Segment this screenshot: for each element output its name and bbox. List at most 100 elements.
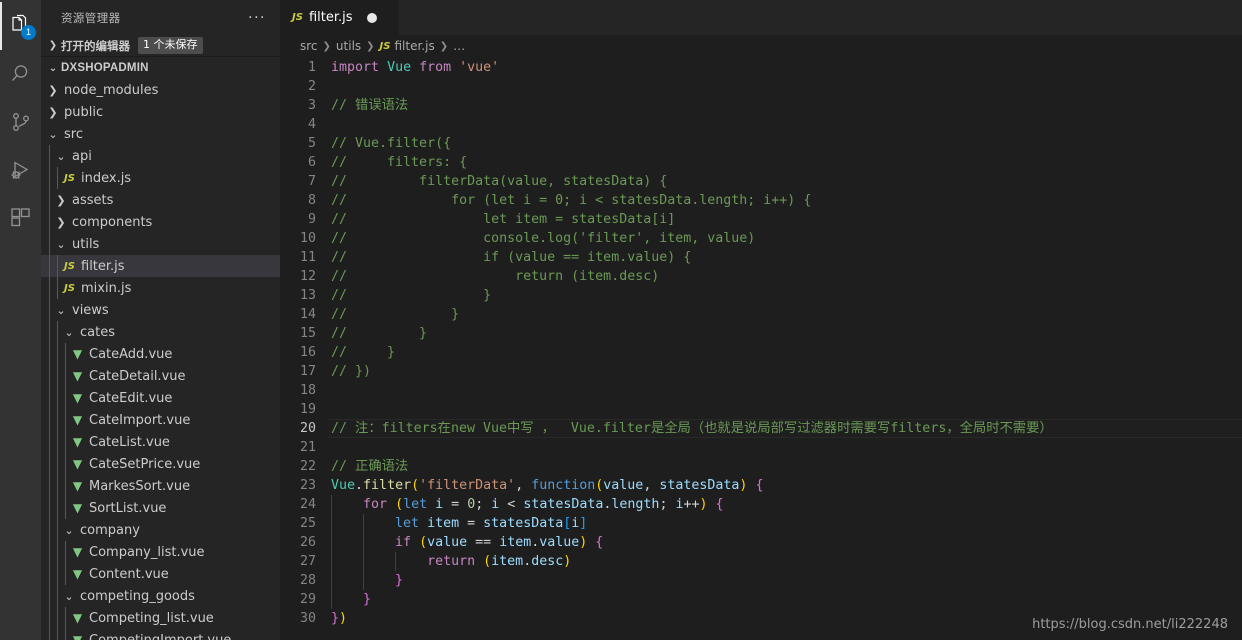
chevron-down-icon[interactable]: ⌄ bbox=[53, 305, 69, 316]
code-line[interactable]: // console.log('filter', item, value) bbox=[328, 229, 1242, 248]
code-line-text: // filters: { bbox=[331, 155, 468, 170]
vue-file-icon: ▼ bbox=[72, 611, 83, 625]
code-line[interactable]: import Vue from 'vue' bbox=[328, 58, 1242, 77]
project-root-header[interactable]: ⌄ DXSHOPADMIN bbox=[41, 57, 280, 79]
open-editors-label: 打开的编辑器 bbox=[61, 38, 130, 53]
breadcrumb-item-utils[interactable]: utils bbox=[336, 39, 361, 53]
tree-file-competingimport-vue[interactable]: ▼ CompetingImport.vue bbox=[41, 629, 280, 640]
tree-file-filter-js[interactable]: JS filter.js bbox=[41, 255, 280, 277]
code-line[interactable]: // Vue.filter({ bbox=[328, 134, 1242, 153]
tree-file-competing-list-vue[interactable]: ▼ Competing_list.vue bbox=[41, 607, 280, 629]
tree-file-catesetprice-vue[interactable]: ▼ CateSetPrice.vue bbox=[41, 453, 280, 475]
tree-file-cateedit-vue[interactable]: ▼ CateEdit.vue bbox=[41, 387, 280, 409]
code-lines[interactable]: import Vue from 'vue' // 错误语法 // Vue.filte… bbox=[328, 57, 1242, 640]
tree-file-company-list-vue[interactable]: ▼ Company_list.vue bbox=[41, 541, 280, 563]
tree-folder-public[interactable]: ❯ public bbox=[41, 101, 280, 123]
code-line[interactable]: // 错误语法 bbox=[328, 96, 1242, 115]
tree-folder-src[interactable]: ⌄ src bbox=[41, 123, 280, 145]
code-line[interactable]: // for (let i = 0; i < statesData.length… bbox=[328, 191, 1242, 210]
tree-file-sortlist-vue[interactable]: ▼ SortList.vue bbox=[41, 497, 280, 519]
tree-item-label: assets bbox=[72, 192, 114, 208]
code-line[interactable]: if (value == item.value) { bbox=[328, 533, 1242, 552]
tree-folder-node-modules[interactable]: ❯ node_modules bbox=[41, 79, 280, 101]
code-line[interactable]: }) bbox=[328, 609, 1242, 628]
code-editor[interactable]: 1 2 3 4 5 6 7 8 9 10 11 12 13 14 15 16 17 18 19 20 21 22 23 24 2… bbox=[280, 57, 1242, 640]
tree-item-label: node_modules bbox=[64, 82, 159, 98]
tree-folder-api[interactable]: ⌄ api bbox=[41, 145, 280, 167]
chevron-right-icon[interactable]: ❯ bbox=[53, 195, 69, 206]
breadcrumb-item-file[interactable]: filter.js bbox=[394, 39, 434, 53]
code-line[interactable]: let item = statesData[i] bbox=[328, 514, 1242, 533]
code-line[interactable]: // } bbox=[328, 286, 1242, 305]
chevron-right-icon[interactable]: ❯ bbox=[45, 107, 61, 118]
activity-bar-item-explorer[interactable]: 1 bbox=[0, 2, 41, 50]
tree-file-cateadd-vue[interactable]: ▼ CateAdd.vue bbox=[41, 343, 280, 365]
tree-file-index-js[interactable]: JS index.js bbox=[41, 167, 280, 189]
code-indent-guide bbox=[331, 590, 332, 609]
tree-file-cateimport-vue[interactable]: ▼ CateImport.vue bbox=[41, 409, 280, 431]
code-line[interactable]: // if (value == item.value) { bbox=[328, 248, 1242, 267]
tree-folder-assets[interactable]: ❯ assets bbox=[41, 189, 280, 211]
activity-bar-item-run-and-debug[interactable] bbox=[0, 146, 41, 194]
tree-indent-guide bbox=[49, 585, 50, 607]
tree-file-mixin-js[interactable]: JS mixin.js bbox=[41, 277, 280, 299]
chevron-down-icon[interactable]: ⌄ bbox=[45, 129, 61, 140]
chevron-down-icon[interactable]: ⌄ bbox=[61, 525, 77, 536]
line-number: 28 bbox=[299, 573, 316, 588]
dirty-dot-icon[interactable] bbox=[366, 12, 377, 23]
code-indent-guide bbox=[331, 533, 332, 552]
code-line[interactable]: // filterData(value, statesData) { bbox=[328, 172, 1242, 191]
code-line[interactable]: Vue.filter('filterData', function(value,… bbox=[328, 476, 1242, 495]
tree-file-markessort-vue[interactable]: ▼ MarkesSort.vue bbox=[41, 475, 280, 497]
tree-folder-utils[interactable]: ⌄ utils bbox=[41, 233, 280, 255]
tree-folder-company[interactable]: ⌄ company bbox=[41, 519, 280, 541]
chevron-down-icon[interactable]: ⌄ bbox=[61, 591, 77, 602]
tree-folder-competing-goods[interactable]: ⌄ competing_goods bbox=[41, 585, 280, 607]
chevron-down-icon[interactable]: ⌄ bbox=[53, 151, 69, 162]
code-line[interactable] bbox=[328, 438, 1242, 457]
code-line[interactable]: // }) bbox=[328, 362, 1242, 381]
tree-folder-components[interactable]: ❯ components bbox=[41, 211, 280, 233]
code-line[interactable] bbox=[328, 400, 1242, 419]
code-line[interactable]: } bbox=[328, 590, 1242, 609]
activity-bar-item-extensions[interactable] bbox=[0, 194, 41, 242]
code-line[interactable]: // 注：filters在new Vue中写 ， Vue.filter是全局（也… bbox=[328, 419, 1242, 438]
code-indent-guide bbox=[331, 571, 332, 590]
editor-tab-filter-js[interactable]: JS filter.js bbox=[280, 0, 400, 35]
code-line[interactable]: // 正确语法 bbox=[328, 457, 1242, 476]
tree-indent-guide bbox=[65, 497, 66, 519]
code-line-text: let item = statesData[i] bbox=[395, 516, 588, 531]
tree-file-content-vue[interactable]: ▼ Content.vue bbox=[41, 563, 280, 585]
tree-file-catelist-vue[interactable]: ▼ CateList.vue bbox=[41, 431, 280, 453]
tree-item-label: mixin.js bbox=[81, 280, 132, 296]
code-line[interactable]: // return (item.desc) bbox=[328, 267, 1242, 286]
chevron-down-icon[interactable]: ⌄ bbox=[61, 327, 77, 338]
chevron-right-icon[interactable]: ❯ bbox=[45, 85, 61, 96]
code-line[interactable] bbox=[328, 381, 1242, 400]
breadcrumb-item-symbol[interactable]: … bbox=[453, 39, 465, 53]
code-line[interactable] bbox=[328, 115, 1242, 134]
tree-folder-views[interactable]: ⌄ views bbox=[41, 299, 280, 321]
chevron-down-icon[interactable]: ⌄ bbox=[53, 239, 69, 250]
code-line[interactable]: return (item.desc) bbox=[328, 552, 1242, 571]
code-line[interactable]: // filters: { bbox=[328, 153, 1242, 172]
code-line[interactable]: for (let i = 0; i < statesData.length; i… bbox=[328, 495, 1242, 514]
code-line[interactable]: } bbox=[328, 571, 1242, 590]
code-line[interactable] bbox=[328, 77, 1242, 96]
chevron-right-icon[interactable]: ❯ bbox=[53, 217, 69, 228]
more-actions-icon[interactable]: ··· bbox=[248, 10, 272, 26]
tree-folder-cates[interactable]: ⌄ cates bbox=[41, 321, 280, 343]
tree-indent-guide bbox=[57, 431, 58, 453]
activity-bar-item-source-control[interactable] bbox=[0, 98, 41, 146]
breadcrumb-item-src[interactable]: src bbox=[300, 39, 318, 53]
code-line[interactable]: // } bbox=[328, 343, 1242, 362]
tree-indent-guide bbox=[57, 277, 58, 299]
code-line[interactable]: // } bbox=[328, 305, 1242, 324]
open-editors-section-header[interactable]: ❯ 打开的编辑器 1 个未保存 bbox=[41, 35, 280, 57]
code-line[interactable]: // } bbox=[328, 324, 1242, 343]
tree-indent-guide bbox=[49, 563, 50, 585]
code-line[interactable]: // let item = statesData[i] bbox=[328, 210, 1242, 229]
activity-bar-item-search[interactable] bbox=[0, 50, 41, 98]
tree-file-catedetail-vue[interactable]: ▼ CateDetail.vue bbox=[41, 365, 280, 387]
line-number: 23 bbox=[299, 478, 316, 493]
